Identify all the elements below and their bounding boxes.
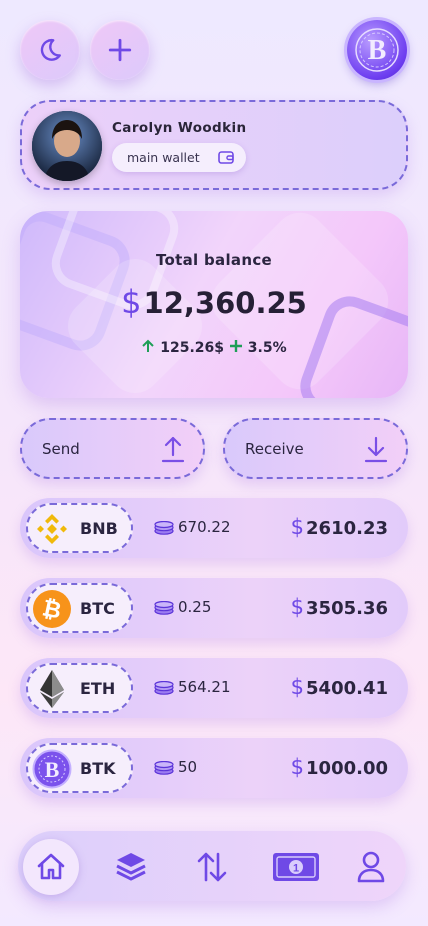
- coin-row-eth[interactable]: ETH 564.21 $5400.41: [20, 658, 408, 718]
- coin-row-bnb[interactable]: BNB 670.22 $2610.23: [20, 498, 408, 558]
- wallet-selector[interactable]: main wallet: [112, 143, 246, 172]
- nav-transfer[interactable]: [184, 839, 240, 895]
- btk-logo-icon: B: [355, 28, 399, 72]
- coins-stack-icon: [154, 520, 174, 535]
- coin-value: $2610.23: [291, 515, 388, 539]
- upload-icon: [161, 436, 185, 463]
- quantity-value: 670.22: [178, 518, 231, 536]
- nav-home[interactable]: [23, 839, 79, 895]
- send-label: Send: [42, 440, 80, 458]
- coins-stack-icon: [154, 760, 174, 775]
- coin-pill: ₿ BTC: [26, 583, 133, 633]
- currency-symbol: $: [290, 675, 305, 699]
- download-icon: [364, 436, 388, 463]
- wallet-label: main wallet: [127, 150, 200, 165]
- btk-logo-icon: B: [32, 749, 72, 789]
- quantity-value: 564.21: [178, 678, 231, 696]
- value-amount: 1000.00: [306, 758, 388, 779]
- balance-title: Total balance: [156, 251, 272, 269]
- home-icon: [37, 853, 65, 880]
- profile-card[interactable]: Carolyn Woodkin main wallet: [20, 100, 408, 190]
- transfer-icon: [197, 852, 227, 882]
- quantity-value: 0.25: [178, 598, 212, 616]
- coin-symbol: BNB: [80, 519, 118, 538]
- coin-value: $5400.41: [291, 675, 388, 699]
- bottom-nav: 1: [18, 831, 406, 901]
- add-button[interactable]: [90, 20, 150, 80]
- currency-symbol: $: [290, 515, 305, 539]
- plus-icon: [108, 38, 132, 62]
- wallet-icon: [218, 151, 234, 164]
- receive-label: Receive: [245, 440, 304, 458]
- coin-quantity: 0.25: [154, 598, 211, 616]
- coin-quantity: 670.22: [154, 518, 231, 536]
- currency-symbol: $: [290, 755, 305, 779]
- coin-symbol: BTK: [80, 759, 116, 778]
- nav-profile[interactable]: [343, 839, 399, 895]
- binance-icon: [32, 509, 72, 549]
- coin-quantity: 50: [154, 758, 197, 776]
- svg-text:B: B: [368, 35, 387, 66]
- balance-value: 12,360.25: [143, 286, 307, 320]
- coin-quantity: 564.21: [154, 678, 231, 696]
- balance-amount: $12,360.25: [20, 283, 408, 321]
- coin-row-btk[interactable]: B BTK 50 $1000.00: [20, 738, 408, 798]
- receive-button[interactable]: Receive: [223, 418, 408, 479]
- bitcoin-icon: ₿: [32, 589, 72, 629]
- coins-stack-icon: [154, 600, 174, 615]
- balance-card: Total balance $12,360.25 125.26$ 3.5%: [20, 211, 408, 398]
- quantity-value: 50: [178, 758, 198, 776]
- value-amount: 3505.36: [306, 598, 388, 619]
- coin-row-btc[interactable]: ₿ BTC 0.25 $3505.36: [20, 578, 408, 638]
- avatar-image: [32, 111, 102, 181]
- change-percent: 3.5%: [247, 340, 287, 356]
- change-amount: 125.26$: [160, 340, 225, 356]
- nav-layers[interactable]: [103, 839, 159, 895]
- nav-wallet[interactable]: 1: [263, 839, 329, 895]
- value-amount: 2610.23: [306, 518, 388, 539]
- banknote-icon: 1: [273, 853, 319, 881]
- coins-stack-icon: [154, 680, 174, 695]
- theme-toggle-button[interactable]: [20, 20, 80, 80]
- coin-value: $1000.00: [291, 755, 388, 779]
- coin-pill: B BTK: [26, 743, 133, 793]
- layers-icon: [116, 853, 146, 881]
- svg-text:B: B: [45, 757, 60, 782]
- ethereum-icon: [32, 669, 72, 709]
- svg-text:1: 1: [293, 863, 299, 875]
- value-amount: 5400.41: [306, 678, 388, 699]
- coin-symbol: BTC: [80, 599, 115, 618]
- arrow-up-icon: [142, 339, 155, 352]
- coin-pill: ETH: [26, 663, 133, 713]
- plus-icon: [229, 340, 242, 352]
- avatar[interactable]: [32, 111, 102, 181]
- app-logo[interactable]: B: [347, 20, 407, 80]
- coin-value: $3505.36: [291, 595, 388, 619]
- user-icon: [357, 851, 385, 883]
- send-button[interactable]: Send: [20, 418, 205, 479]
- coin-pill: BNB: [26, 503, 133, 553]
- coin-symbol: ETH: [80, 679, 116, 698]
- balance-change: 125.26$ 3.5%: [20, 339, 408, 356]
- currency-symbol: $: [290, 595, 305, 619]
- user-name: Carolyn Woodkin: [112, 120, 247, 136]
- currency-symbol: $: [121, 283, 142, 321]
- moon-icon: [40, 38, 61, 61]
